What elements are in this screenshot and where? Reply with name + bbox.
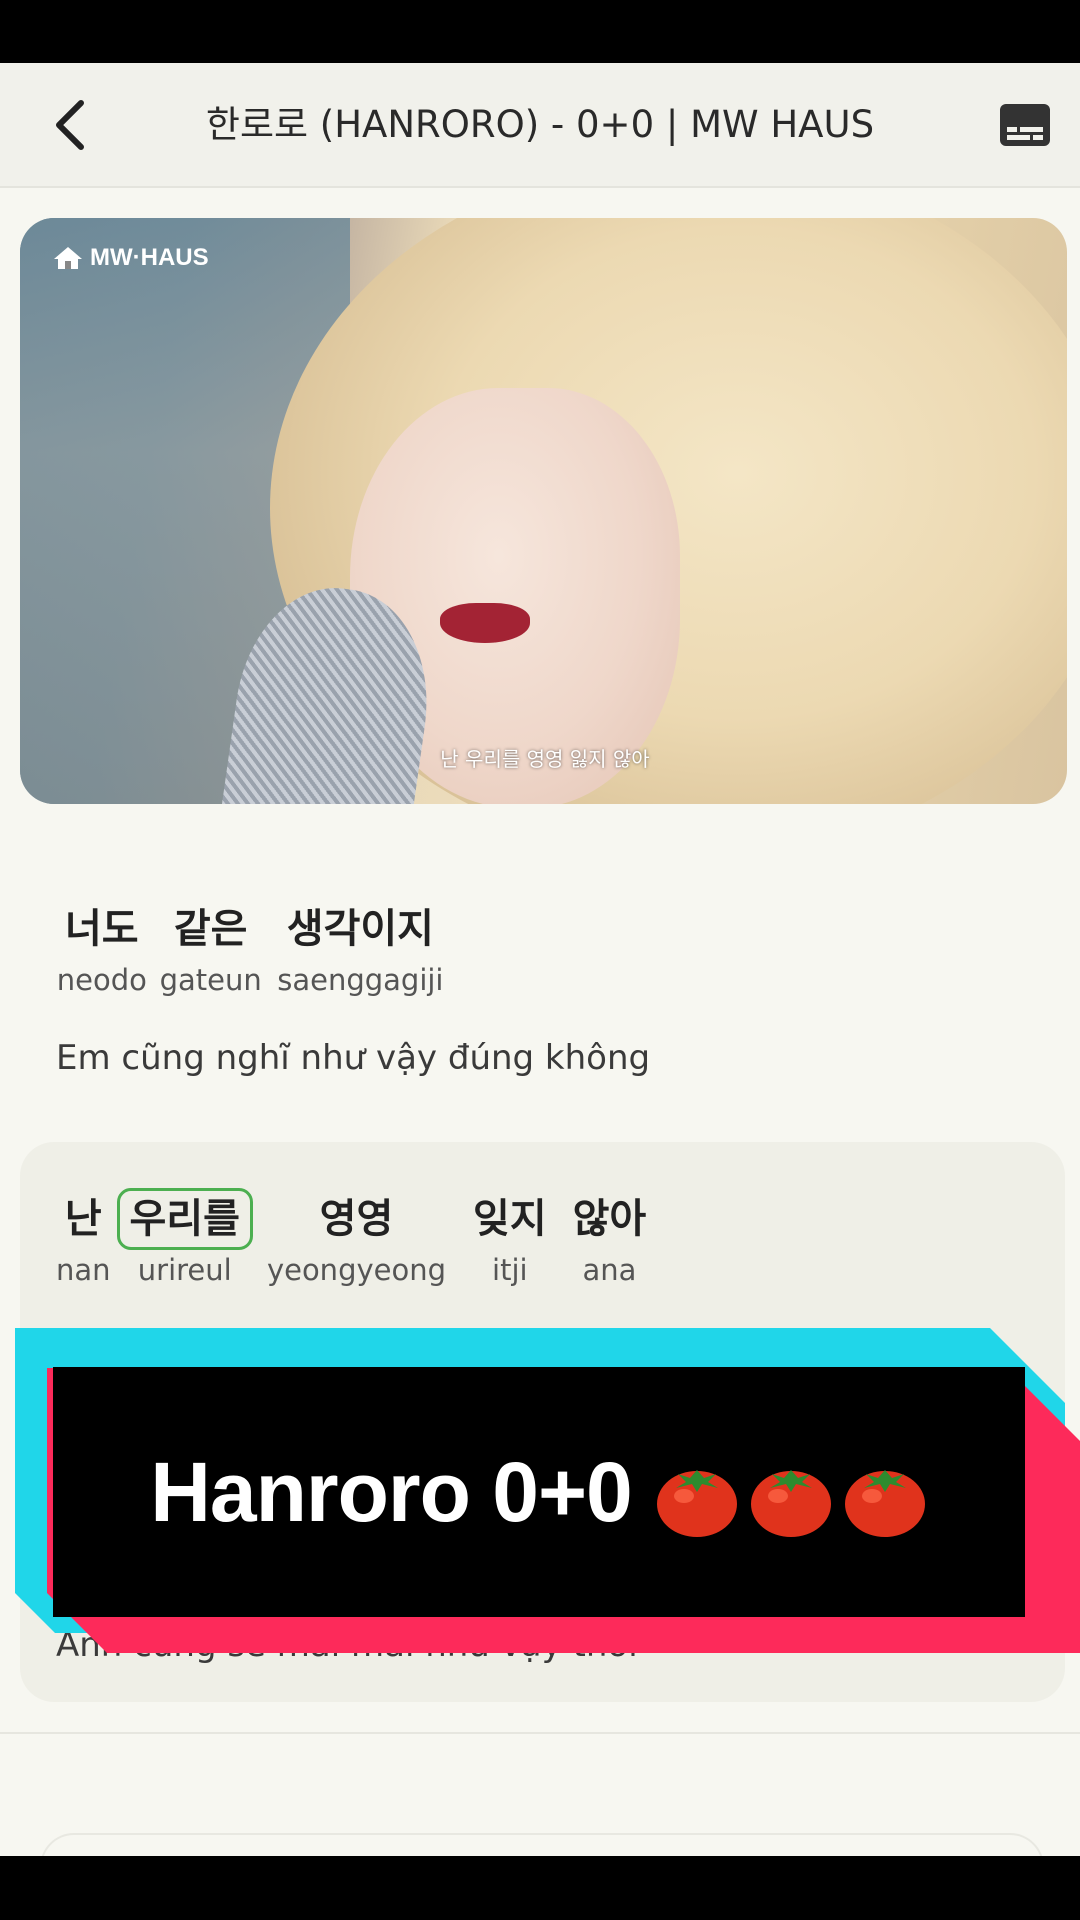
word-korean: 우리를: [116, 1188, 253, 1250]
word-romanization: itji: [492, 1253, 528, 1287]
overlay-banner: Hanroro 0+0: [15, 1328, 1080, 1653]
word-romanization: nan: [56, 1253, 111, 1287]
video-player[interactable]: [20, 218, 1067, 804]
video-lips-shape: [440, 603, 530, 643]
word-romanization: ana: [582, 1253, 637, 1287]
divider: [0, 1732, 1080, 1734]
banner-text-row: Hanroro 0+0: [53, 1367, 1025, 1617]
word-romanization: neodo: [56, 963, 147, 997]
word-korean: 너도: [65, 906, 139, 952]
lyric-word[interactable]: 너도 neodo: [56, 898, 148, 1000]
word-korean: 않아: [572, 1196, 647, 1242]
bottom-bar: [0, 1856, 1080, 1920]
word-romanization: urireul: [137, 1253, 232, 1287]
lyric-word[interactable]: 같은 gateun: [160, 898, 262, 1000]
page-title: 한로로 (HANRORO) - 0+0 | MW HAUS: [205, 103, 875, 146]
channel-logo: MW·HAUS: [52, 243, 209, 273]
chevron-left-icon: [56, 100, 84, 150]
tomato-icon: [844, 1470, 925, 1537]
subtitles-button[interactable]: [995, 100, 1055, 150]
lyric-word[interactable]: 잊지 itji: [460, 1188, 560, 1290]
word-korean: 잊지: [473, 1196, 547, 1242]
lyric-line-2: 난 nan 우리를 urireul 영영 yeongyeong 잊지 itji …: [56, 1188, 659, 1290]
back-button[interactable]: [40, 91, 100, 159]
subtitles-icon: [1000, 104, 1050, 146]
word-romanization: yeongyeong: [266, 1253, 447, 1287]
word-korean: 영영: [319, 1196, 394, 1242]
tomato-icon: [750, 1470, 831, 1537]
word-korean: 생각이지: [286, 906, 434, 952]
lyric-line-1: 너도 neodo 같은 gateun 생각이지 saenggagiji: [56, 898, 469, 1000]
word-romanization: saenggagiji: [277, 963, 444, 997]
lyric-word-active[interactable]: 우리를 urireul: [116, 1188, 253, 1290]
video-caption: 난 우리를 영영 잃지 않아: [440, 747, 650, 771]
word-korean: 같은: [173, 906, 248, 952]
lyric-word[interactable]: 않아 ana: [560, 1188, 660, 1290]
house-icon: [54, 247, 82, 269]
logo-text: MW·HAUS: [90, 244, 209, 271]
word-romanization: gateun: [159, 963, 262, 997]
tomato-icon: [656, 1470, 737, 1537]
lyric-word[interactable]: 생각이지 saenggagiji: [274, 898, 447, 1000]
word-korean: 난: [64, 1196, 102, 1242]
status-bar: [0, 0, 1080, 63]
lyric-word[interactable]: 난 nan: [56, 1188, 111, 1290]
lyric-translation: Em cũng nghĩ như vậy đúng không: [56, 1038, 651, 1078]
banner-title: Hanroro 0+0: [150, 1444, 633, 1539]
lyric-word[interactable]: 영영 yeongyeong: [267, 1188, 446, 1290]
